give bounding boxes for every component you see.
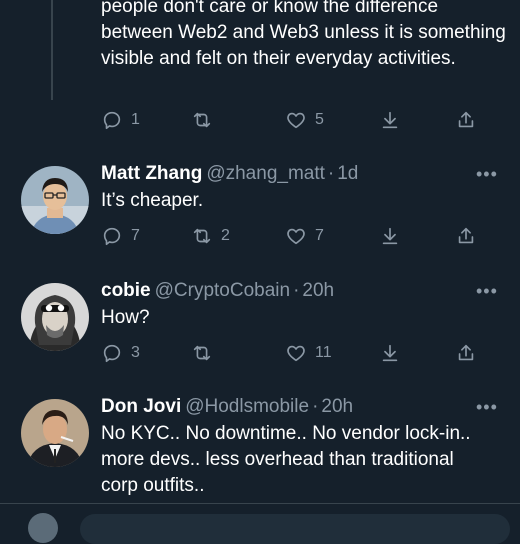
tweet-actions: 7 2 7 (101, 224, 481, 248)
share-button[interactable] (455, 108, 477, 132)
like-icon (287, 112, 305, 129)
user-handle[interactable]: @CryptoCobain (155, 280, 290, 301)
more-icon[interactable]: ••• (476, 282, 498, 300)
like-button[interactable]: 7 (285, 224, 324, 248)
retweet-button[interactable]: 2 (191, 224, 230, 248)
like-button[interactable]: 5 (285, 108, 324, 132)
like-count: 5 (315, 111, 324, 128)
separator: · (293, 280, 300, 301)
reply-icon (103, 344, 121, 363)
tweet-actions: 1 5 (101, 108, 481, 132)
retweet-count: 2 (221, 227, 230, 244)
tweet-text: No KYC.. No downtime.. No vendor lock-in… (101, 423, 471, 496)
reply-input[interactable] (80, 514, 510, 544)
retweet-button[interactable] (191, 108, 213, 132)
retweet-icon (193, 345, 211, 361)
like-count: 7 (315, 227, 324, 244)
reply-count: 3 (131, 344, 140, 361)
avatar (28, 513, 58, 543)
user-handle[interactable]: @Hodlsmobile (185, 396, 309, 417)
like-count: 11 (315, 344, 332, 361)
display-name[interactable]: Matt Zhang (101, 163, 202, 184)
more-icon[interactable]: ••• (476, 398, 498, 416)
more-icon[interactable]: ••• (476, 165, 498, 183)
retweet-button[interactable] (191, 341, 213, 365)
tweet-header: Matt Zhang @zhang_matt · 1d (101, 162, 358, 186)
reply-button[interactable]: 3 (101, 341, 140, 365)
retweet-icon (193, 228, 211, 244)
like-icon (287, 228, 305, 245)
reply-button[interactable]: 7 (101, 224, 140, 248)
bookmark-button[interactable] (379, 108, 401, 132)
display-name[interactable]: cobie (101, 280, 151, 301)
display-name[interactable]: Don Jovi (101, 396, 181, 417)
share-icon (458, 227, 474, 244)
avatar-image (21, 166, 89, 234)
separator: · (327, 163, 335, 184)
timestamp[interactable]: 1d (337, 163, 358, 184)
tweet-text: It’s cheaper. (101, 190, 204, 211)
tweet-header: Don Jovi @Hodlsmobile · 20h (101, 395, 353, 419)
reply-button[interactable]: 1 (101, 108, 140, 132)
retweet-icon (193, 112, 211, 128)
timestamp[interactable]: 20h (302, 280, 334, 301)
separator: · (312, 396, 319, 417)
share-icon (458, 344, 474, 361)
bookmark-icon (382, 111, 398, 129)
avatar-image (21, 399, 89, 467)
tweet-text: How? (101, 307, 150, 328)
bookmark-icon (382, 227, 398, 245)
timestamp[interactable]: 20h (321, 396, 353, 417)
avatar[interactable] (21, 283, 89, 351)
reply-icon (103, 111, 121, 130)
thread-line (51, 0, 53, 100)
tweet-actions: 3 11 (101, 341, 481, 365)
reply-icon (103, 227, 121, 246)
like-icon (287, 345, 305, 362)
tweet-text: people don't care or know the difference… (101, 0, 506, 69)
like-button[interactable]: 11 (285, 341, 332, 365)
bookmark-button[interactable] (379, 341, 401, 365)
share-button[interactable] (455, 224, 477, 248)
bookmark-icon (382, 344, 398, 362)
reply-count: 1 (131, 111, 140, 128)
reply-count: 7 (131, 227, 140, 244)
bookmark-button[interactable] (379, 224, 401, 248)
avatar[interactable] (21, 399, 89, 467)
avatar-image (21, 283, 89, 351)
user-handle[interactable]: @zhang_matt (206, 163, 325, 184)
share-button[interactable] (455, 341, 477, 365)
share-icon (458, 111, 474, 128)
avatar[interactable] (21, 166, 89, 234)
reply-composer (0, 503, 520, 544)
tweet-header: cobie @CryptoCobain · 20h (101, 279, 334, 303)
